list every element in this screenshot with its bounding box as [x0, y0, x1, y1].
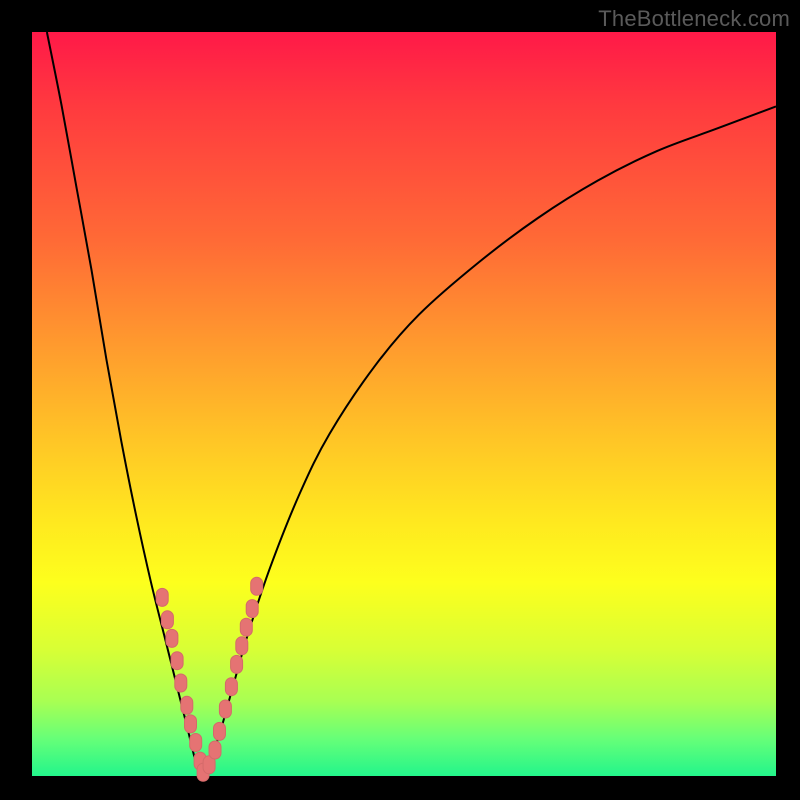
- marker-dot: [190, 734, 202, 752]
- plot-area: [32, 32, 776, 776]
- marker-dot: [231, 655, 243, 673]
- marker-dot: [225, 678, 237, 696]
- marker-dot: [166, 629, 178, 647]
- marker-dot: [236, 637, 248, 655]
- marker-dot: [171, 652, 183, 670]
- marker-dot: [219, 700, 231, 718]
- chart-svg: [32, 32, 776, 776]
- marker-dot: [209, 741, 221, 759]
- marker-dot: [181, 696, 193, 714]
- marker-dot: [246, 600, 258, 618]
- marker-dot: [161, 611, 173, 629]
- marker-dot: [240, 618, 252, 636]
- outer-frame: TheBottleneck.com: [0, 0, 800, 800]
- marker-dot: [185, 715, 197, 733]
- marker-group: [156, 577, 263, 781]
- marker-dot: [156, 588, 168, 606]
- marker-dot: [251, 577, 263, 595]
- marker-dot: [175, 674, 187, 692]
- watermark-text: TheBottleneck.com: [598, 6, 790, 32]
- marker-dot: [214, 722, 226, 740]
- curve-right: [203, 106, 776, 776]
